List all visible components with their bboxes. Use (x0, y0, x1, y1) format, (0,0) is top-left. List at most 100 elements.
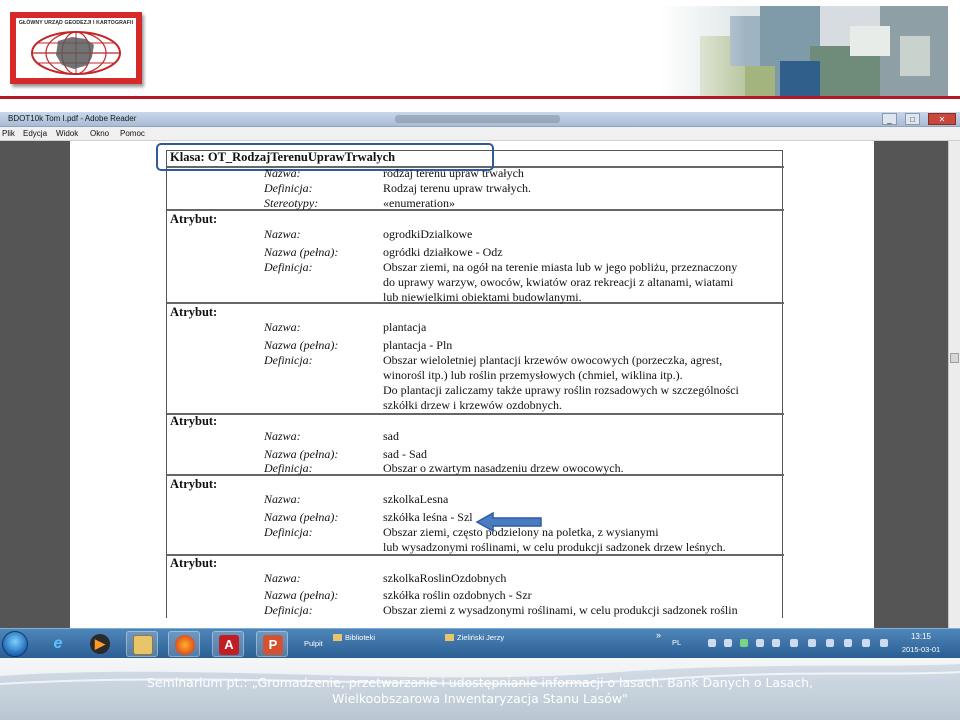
table-divider (167, 413, 784, 415)
globe-map-icon (31, 31, 121, 75)
attribute-definition-line: Do plantacji zaliczamy także uprawy rośl… (383, 383, 739, 397)
attribute-label: Atrybut: (170, 556, 218, 570)
titlebar-watermark (395, 115, 560, 123)
folder-icon (333, 634, 342, 641)
taskbar-item-powerpoint[interactable]: P (256, 631, 288, 657)
vertical-scrollbar[interactable] (948, 141, 960, 628)
attribute-label: Atrybut: (170, 212, 218, 226)
menu-bar: Plik Edycja Widok Okno Pomoc (0, 127, 960, 141)
attribute-definition-line: Obszar ziemi, na ogół na terenie miasta … (383, 260, 738, 274)
tray-icon[interactable] (790, 639, 798, 647)
attribute-definition-line: Obszar wieloletniej plantacji krzewów ow… (383, 353, 723, 367)
attribute-definition-line: winorośl itp.) lub roślin przemysłowych … (383, 368, 683, 382)
attribute-fullname-label: Nazwa (pełna): (264, 510, 339, 524)
attribute-fullname-label: Nazwa (pełna): (264, 447, 339, 461)
satellite-mosaic-image (660, 6, 948, 96)
start-button[interactable] (2, 631, 28, 657)
table-divider (167, 554, 784, 556)
taskbar-item-explorer[interactable] (126, 631, 158, 657)
folder-icon (445, 634, 454, 641)
network-icon[interactable] (844, 639, 852, 647)
attribute-definition-label: Definicja: (264, 353, 313, 367)
tray-icon[interactable] (772, 639, 780, 647)
menu-plik[interactable]: Plik (2, 129, 15, 138)
attribute-name-value: sad (383, 429, 399, 443)
attribute-fullname-value: ogródki działkowe - Odz (383, 245, 503, 259)
attribute-definition-line: Obszar ziemi z wysadzonymi roślinami, w … (383, 603, 738, 617)
wifi-icon[interactable] (740, 639, 748, 647)
menu-okno[interactable]: Okno (90, 129, 109, 138)
taskbar-item-firefox[interactable] (168, 631, 200, 657)
tray-icon[interactable] (708, 639, 716, 647)
media-player-icon: ▶ (90, 634, 110, 654)
attribute-fullname-value: szkółka leśna - Szl (383, 510, 473, 524)
attribute-fullname-value: szkółka roślin ozdobnych - Szr (383, 588, 532, 602)
presentation-slide: GŁÓWNY URZĄD GEODEZJI I KARTOGRAFII BDOT… (0, 0, 960, 720)
file-explorer-icon (133, 635, 153, 655)
attribute-definition-line: do uprawy warzyw, owoców, kwiatów oraz r… (383, 275, 734, 289)
maximize-button[interactable]: □ (905, 113, 920, 125)
class-stereotype-label: Stereotypy: (264, 196, 319, 210)
attribute-definition-line: lub wysadzonymi roślinami, w celu produk… (383, 540, 726, 554)
adobe-reader-window: BDOT10k Tom I.pdf - Adobe Reader _ □ ✕ P… (0, 112, 960, 628)
toolbar-expand-icon[interactable]: » (656, 630, 661, 640)
document-viewport[interactable]: Klasa: OT_RodzajTerenuUprawTrwalych Nazw… (0, 141, 948, 628)
clock-time[interactable]: 13:15 (906, 632, 936, 641)
tray-icon[interactable] (808, 639, 816, 647)
class-definition-label: Definicja: (264, 181, 313, 195)
tray-icon[interactable] (756, 639, 764, 647)
tray-icon[interactable] (826, 639, 834, 647)
attribute-fullname-label: Nazwa (pełna): (264, 338, 339, 352)
attribute-definition-label: Definicja: (264, 525, 313, 539)
adobe-reader-icon: A (219, 635, 239, 655)
attribute-fullname-value: sad - Sad (383, 447, 427, 461)
class-stereotype-value: «enumeration» (383, 196, 455, 210)
footer-caption-line: Seminarium pt.: „Gromadzenie, przetwarza… (146, 675, 814, 690)
window-titlebar[interactable]: BDOT10k Tom I.pdf - Adobe Reader _ □ ✕ (0, 112, 960, 127)
attribute-name-label: Nazwa: (264, 571, 301, 585)
taskbar-item-media-player[interactable]: ▶ (84, 631, 116, 657)
ie-icon: e (53, 635, 63, 652)
attribute-fullname-label: Nazwa (pełna): (264, 588, 339, 602)
window-title: BDOT10k Tom I.pdf - Adobe Reader (8, 114, 137, 123)
attribute-fullname-label: Nazwa (pełna): (264, 245, 339, 259)
header-divider (0, 96, 960, 99)
table-divider (167, 209, 784, 211)
attribute-definition-line: szkółki drzew i krzewów ozdobnych. (383, 398, 562, 412)
logo-title: GŁÓWNY URZĄD GEODEZJI I KARTOGRAFII (18, 20, 134, 26)
user-folder-link[interactable]: Zieliński Jerzy (457, 633, 504, 642)
attribute-name-label: Nazwa: (264, 227, 301, 241)
slide-footer: Seminarium pt.: „Gromadzenie, przetwarza… (0, 658, 960, 720)
attribute-name-label: Nazwa: (264, 429, 301, 443)
volume-icon[interactable] (880, 639, 888, 647)
menu-widok[interactable]: Widok (56, 129, 78, 138)
attribute-fullname-value: plantacja - Pln (383, 338, 453, 352)
attribute-definition-line: Obszar o zwartym nasadzeniu drzew owocow… (383, 461, 624, 475)
firefox-icon (175, 635, 195, 655)
libraries-link[interactable]: Biblioteki (345, 633, 375, 642)
attribute-definition-line: lub niewielkimi obiektami budowlanymi. (383, 290, 582, 304)
attribute-label: Atrybut: (170, 477, 218, 491)
class-definition-value: Rodzaj terenu upraw trwałych. (383, 181, 531, 195)
tray-icon[interactable] (724, 639, 732, 647)
attribute-definition-label: Definicja: (264, 603, 313, 617)
menu-edycja[interactable]: Edycja (23, 129, 47, 138)
menu-pomoc[interactable]: Pomoc (120, 129, 145, 138)
language-indicator[interactable]: PL (672, 638, 681, 647)
clock-date[interactable]: 2015-03-01 (898, 645, 944, 654)
minimize-button[interactable]: _ (882, 113, 897, 125)
attribute-name-label: Nazwa: (264, 320, 301, 334)
signal-icon[interactable] (862, 639, 870, 647)
taskbar-item-adobe-reader[interactable]: A (212, 631, 244, 657)
attribute-name-value: szkolkaRoslinOzdobnych (383, 571, 507, 585)
logo-panel: GŁÓWNY URZĄD GEODEZJI I KARTOGRAFII (16, 18, 136, 78)
scrollbar-thumb[interactable] (950, 353, 959, 363)
taskbar-item-ie[interactable]: e (42, 631, 74, 657)
attribute-name-value: szkolkaLesna (383, 492, 449, 506)
pointer-arrow-icon (475, 511, 542, 533)
pulpit-toolbar-label[interactable]: Pulpit (304, 639, 323, 648)
attribute-label: Atrybut: (170, 414, 218, 428)
pdf-page: Klasa: OT_RodzajTerenuUprawTrwalych Nazw… (70, 141, 874, 628)
attribute-name-value: ogrodkiDzialkowe (383, 227, 473, 241)
close-button[interactable]: ✕ (928, 113, 956, 125)
